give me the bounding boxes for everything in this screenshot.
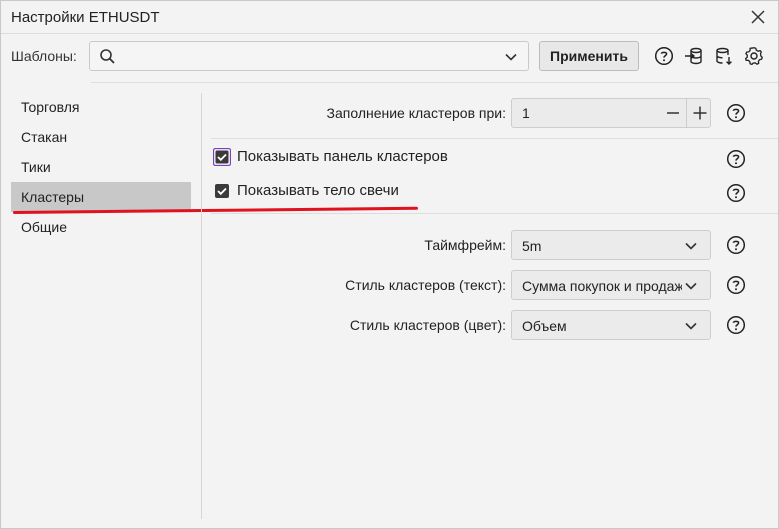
help-button[interactable] [726,149,746,169]
sidebar-item-label: Общие [21,219,68,235]
sidebar-item-orderbook[interactable]: Стакан [11,122,191,152]
cluster-style-text-label: Стиль кластеров (текст): [345,277,506,293]
help-button[interactable] [654,46,674,66]
checkmark-icon [215,184,229,198]
fill-clusters-label: Заполнение кластеров при: [326,105,506,121]
help-button[interactable] [726,103,746,123]
help-icon [726,183,746,203]
timeframe-label: Таймфрейм: [424,237,506,253]
title-bar: Настройки ETHUSDT [1,1,778,34]
cluster-style-color-select[interactable]: Объем [511,310,711,340]
help-button[interactable] [726,275,746,295]
help-icon [726,149,746,169]
help-icon [726,103,746,123]
help-icon [726,275,746,295]
toolbar-divider [91,82,778,83]
increment-button[interactable] [686,99,711,127]
settings-sidebar: Торговля Стакан Тики Кластеры Общие [11,92,191,242]
chevron-down-icon [685,242,697,250]
chevron-down-icon [685,322,697,330]
templates-search[interactable] [89,41,529,71]
decrement-button[interactable] [660,99,686,127]
sidebar-item-label: Стакан [21,129,68,145]
cluster-style-text-value: Сумма покупок и продаж [522,278,682,294]
section-divider [211,213,778,214]
plus-icon [693,106,707,120]
show-body-label: Показывать тело свечи [237,182,399,199]
database-download-icon [716,47,732,65]
timeframe-select[interactable]: 5m [511,230,711,260]
section-divider [211,138,778,139]
database-download-button[interactable] [714,46,734,66]
checkmark-icon [212,147,232,167]
help-icon [726,235,746,255]
fill-clusters-stepper[interactable]: 1 [511,98,711,128]
show-panel-checkbox[interactable] [212,147,232,167]
sidebar-item-label: Тики [21,159,51,175]
help-button[interactable] [726,235,746,255]
window-title: Настройки ETHUSDT [11,9,160,26]
sidebar-item-clusters[interactable]: Кластеры [11,182,191,212]
show-panel-label: Показывать панель кластеров [237,148,448,165]
import-button[interactable] [684,46,704,66]
cluster-style-color-label: Стиль кластеров (цвет): [349,317,506,333]
settings-icon [744,47,763,66]
close-button[interactable] [748,7,768,27]
search-icon [100,49,115,64]
help-button[interactable] [726,183,746,203]
fill-clusters-value: 1 [522,105,530,121]
sidebar-item-label: Кластеры [21,189,84,205]
import-icon [685,47,702,65]
close-icon [751,10,765,24]
settings-button[interactable] [744,46,764,66]
templates-label: Шаблоны: [11,48,77,64]
apply-button[interactable]: Применить [539,41,639,71]
sidebar-item-general[interactable]: Общие [11,212,191,242]
cluster-style-text-select[interactable]: Сумма покупок и продаж [511,270,711,300]
cluster-style-color-value: Объем [522,318,567,334]
timeframe-value: 5m [522,238,542,254]
chevron-down-icon[interactable] [504,50,518,64]
search-input[interactable] [122,46,492,66]
minus-icon [667,112,679,114]
help-button[interactable] [726,315,746,335]
help-icon [726,315,746,335]
sidebar-item-ticks[interactable]: Тики [11,152,191,182]
show-body-checkbox[interactable] [213,182,231,200]
sidebar-item-label: Торговля [21,99,80,115]
help-icon [654,46,674,66]
sidebar-item-trading[interactable]: Торговля [11,92,191,122]
chevron-down-icon [685,282,697,290]
settings-window: Настройки ETHUSDT Шаблоны: Применить Тор… [0,0,779,529]
sidebar-divider [201,93,202,519]
